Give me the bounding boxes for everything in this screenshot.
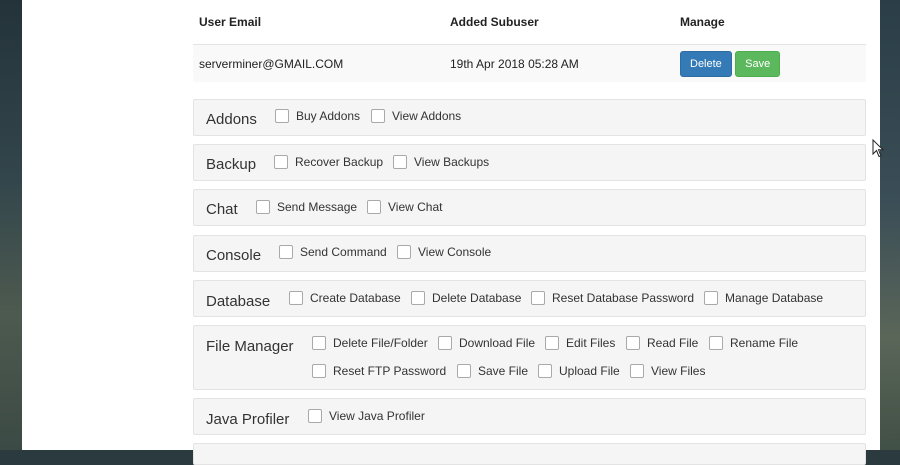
background-right <box>880 0 900 450</box>
subuser-content: User Email Added Subuser Manage servermi… <box>193 0 867 465</box>
option-manage-database[interactable]: Manage Database <box>704 291 823 305</box>
table-header-row: User Email Added Subuser Manage <box>193 0 866 45</box>
option-reset-database-password[interactable]: Reset Database Password <box>531 291 694 305</box>
manage-cell: Delete Save <box>674 44 866 82</box>
permission-group-database: Database Create Database Delete Database… <box>193 280 866 317</box>
checkbox[interactable] <box>256 200 270 214</box>
option-send-command[interactable]: Send Command <box>279 245 387 259</box>
checkbox[interactable] <box>545 336 559 350</box>
option-read-file[interactable]: Read File <box>626 336 698 350</box>
group-title-console: Console <box>206 247 262 264</box>
checkbox[interactable] <box>312 364 326 378</box>
option-view-chat[interactable]: View Chat <box>367 200 442 214</box>
option-upload-file[interactable]: Upload File <box>538 364 620 378</box>
option-delete-database[interactable]: Delete Database <box>411 291 521 305</box>
delete-button[interactable]: Delete <box>680 50 732 77</box>
option-rename-file[interactable]: Rename File <box>709 336 798 350</box>
permission-group-backup: Backup Recover Backup View Backups <box>193 144 866 181</box>
group-title-java-profiler: Java Profiler <box>206 411 290 428</box>
checkbox[interactable] <box>393 155 407 169</box>
option-reset-ftp-password[interactable]: Reset FTP Password <box>312 364 446 378</box>
col-manage: Manage <box>674 0 866 45</box>
option-delete-file-folder[interactable]: Delete File/Folder <box>312 336 428 350</box>
checkbox[interactable] <box>626 336 640 350</box>
checkbox[interactable] <box>704 291 718 305</box>
option-view-backups[interactable]: View Backups <box>393 155 489 169</box>
checkbox[interactable] <box>438 336 452 350</box>
checkbox[interactable] <box>630 364 644 378</box>
user-email-cell: serverminer@GMAIL.COM <box>193 44 444 82</box>
permission-group-addons: Addons Buy Addons View Addons <box>193 99 866 136</box>
option-view-java-profiler[interactable]: View Java Profiler <box>308 409 425 423</box>
added-date-cell: 19th Apr 2018 05:28 AM <box>444 44 674 82</box>
option-create-database[interactable]: Create Database <box>289 291 401 305</box>
checkbox[interactable] <box>274 155 288 169</box>
checkbox[interactable] <box>289 291 303 305</box>
permission-group-chat: Chat Send Message View Chat <box>193 189 866 226</box>
group-title-file-manager: File Manager <box>206 338 294 355</box>
checkbox[interactable] <box>279 245 293 259</box>
option-download-file[interactable]: Download File <box>438 336 535 350</box>
permission-group-next <box>193 443 866 465</box>
permission-group-java-profiler: Java Profiler View Java Profiler <box>193 398 866 435</box>
checkbox[interactable] <box>709 336 723 350</box>
option-view-files[interactable]: View Files <box>630 364 705 378</box>
checkbox[interactable] <box>531 291 545 305</box>
option-buy-addons[interactable]: Buy Addons <box>275 109 360 123</box>
checkbox[interactable] <box>397 245 411 259</box>
checkbox[interactable] <box>275 109 289 123</box>
permission-group-console: Console Send Command View Console <box>193 235 866 272</box>
checkbox[interactable] <box>312 336 326 350</box>
col-added-subuser: Added Subuser <box>444 0 674 45</box>
checkbox[interactable] <box>457 364 471 378</box>
main-panel: User Email Added Subuser Manage servermi… <box>22 0 880 465</box>
group-title-backup: Backup <box>206 156 257 173</box>
group-title-chat: Chat <box>206 201 238 218</box>
option-send-message[interactable]: Send Message <box>256 200 357 214</box>
option-view-addons[interactable]: View Addons <box>371 109 461 123</box>
checkbox[interactable] <box>411 291 425 305</box>
option-view-console[interactable]: View Console <box>397 245 491 259</box>
save-button[interactable]: Save <box>735 50 781 77</box>
group-title-addons: Addons <box>206 111 257 128</box>
col-user-email: User Email <box>193 0 444 45</box>
checkbox[interactable] <box>367 200 381 214</box>
background-left <box>0 0 22 450</box>
option-edit-files[interactable]: Edit Files <box>545 336 615 350</box>
subuser-table: User Email Added Subuser Manage servermi… <box>193 0 866 82</box>
table-row: serverminer@GMAIL.COM 19th Apr 2018 05:2… <box>193 44 866 82</box>
group-title-database: Database <box>206 293 271 310</box>
option-recover-backup[interactable]: Recover Backup <box>274 155 383 169</box>
checkbox[interactable] <box>371 109 385 123</box>
mouse-cursor-icon <box>872 139 884 158</box>
permission-group-file-manager: File Manager Delete File/Folder Download… <box>193 325 866 390</box>
checkbox[interactable] <box>308 409 322 423</box>
checkbox[interactable] <box>538 364 552 378</box>
option-save-file[interactable]: Save File <box>457 364 528 378</box>
